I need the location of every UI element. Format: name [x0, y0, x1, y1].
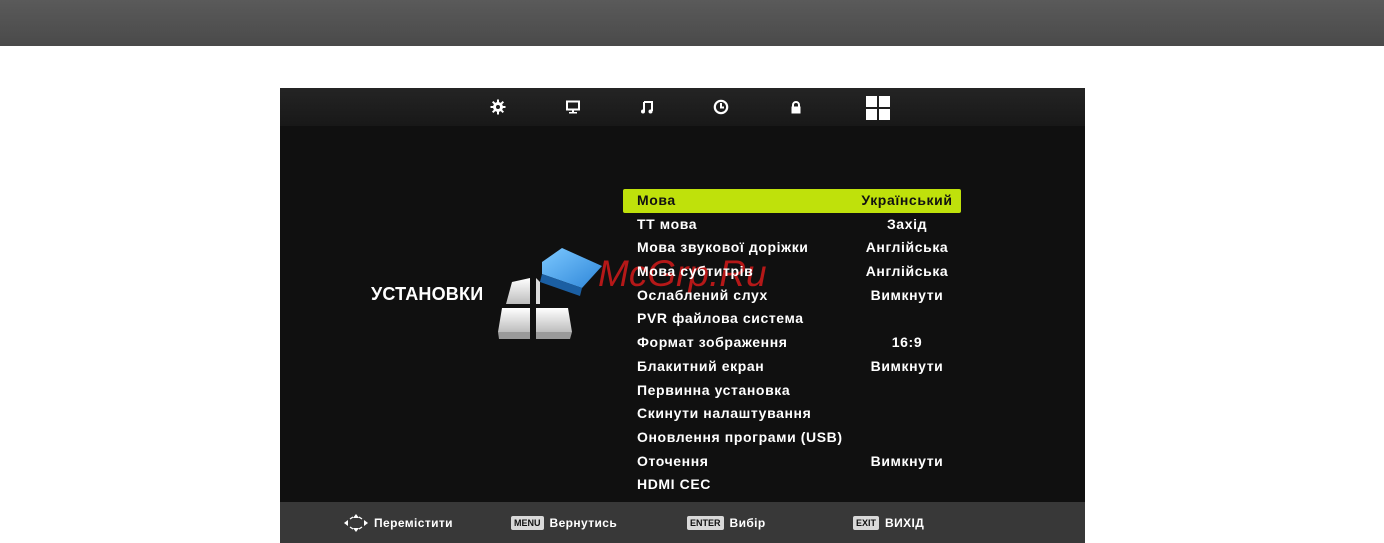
- exit-hint: EXIT ВИХІД: [853, 514, 924, 532]
- menu-item-label: Формат зображення: [637, 334, 788, 351]
- menu-item-value: 16:9: [891, 334, 923, 351]
- menu-category-bar: [280, 88, 1085, 126]
- footer-hint-bar: Перемістити MENU Вернутись ENTER Вибір E…: [280, 502, 1085, 543]
- menu-item-value: Вимкнути: [870, 452, 944, 469]
- music-icon[interactable]: [637, 97, 657, 117]
- menu-item-value: Український: [861, 192, 953, 208]
- menu-item-label: Блакитний екран: [637, 357, 765, 374]
- menu-item-label: PVR файлова система: [637, 310, 804, 327]
- select-hint: ENTER Вибір: [687, 514, 766, 532]
- menu-item-label: HDMI CEC: [637, 476, 712, 493]
- menu-item-label: Мова субтитрів: [637, 263, 754, 280]
- menu-item-value: Вимкнути: [870, 286, 944, 303]
- settings-logo-icon: [498, 248, 602, 339]
- menu-item-reset[interactable]: Скинути налаштування: [623, 402, 961, 426]
- monitor-icon[interactable]: [563, 97, 583, 117]
- settings-menu: Мова Український ТТ мова Захід Мова звуков…: [623, 189, 961, 497]
- top-bar: [0, 0, 1384, 46]
- menu-item-label: Оновлення програми (USB): [637, 428, 843, 445]
- menu-item-value: Захід: [886, 215, 928, 232]
- menu-item-value: Англійська: [865, 239, 949, 256]
- menu-item-first-installation[interactable]: Первинна установка: [623, 379, 961, 403]
- menu-item-label: Ослаблений слух: [637, 286, 768, 303]
- menu-item-language[interactable]: Мова Український: [623, 189, 961, 213]
- clock-icon[interactable]: [711, 97, 731, 117]
- gear-icon[interactable]: [488, 97, 508, 117]
- section-title: УСТАНОВКИ: [371, 284, 484, 304]
- menu-item-value: Вимкнути: [870, 357, 944, 374]
- menu-key-badge: MENU: [511, 516, 544, 530]
- move-hint: Перемістити: [344, 514, 453, 532]
- menu-item-hearing-impaired[interactable]: Ослаблений слух Вимкнути: [623, 284, 961, 308]
- back-hint: MENU Вернутись: [511, 514, 617, 532]
- menu-item-label: Оточення: [637, 452, 709, 469]
- tv-osd-screen: УСТАНОВКИ McGrp.Ru Мова Український ТТ мо…: [280, 88, 1085, 543]
- move-label: Перемістити: [374, 516, 453, 530]
- menu-item-label: Мова звукової доріжки: [637, 239, 809, 256]
- menu-item-label: Первинна установка: [637, 381, 791, 398]
- exit-key-badge: EXIT: [853, 516, 880, 530]
- lock-icon[interactable]: [786, 97, 806, 117]
- select-label: Вибір: [729, 516, 766, 530]
- menu-item-value: Англійська: [865, 263, 949, 280]
- menu-item-label: Скинути налаштування: [637, 405, 812, 422]
- menu-item-tt-language[interactable]: ТТ мова Захід: [623, 213, 961, 237]
- menu-item-software-update[interactable]: Оновлення програми (USB): [623, 426, 961, 450]
- menu-item-label: ТТ мова: [637, 215, 698, 232]
- menu-item-environment[interactable]: Оточення Вимкнути: [623, 450, 961, 474]
- menu-item-subtitle-language[interactable]: Мова субтитрів Англійська: [623, 260, 961, 284]
- menu-item-hdmi-cec[interactable]: HDMI CEC: [623, 473, 961, 497]
- arrows-icon: [344, 514, 368, 532]
- menu-item-label: Мова: [637, 192, 676, 208]
- menu-item-blue-screen[interactable]: Блакитний екран Вимкнути: [623, 355, 961, 379]
- back-label: Вернутись: [549, 516, 618, 530]
- menu-item-aspect-ratio[interactable]: Формат зображення 16:9: [623, 331, 961, 355]
- menu-item-pvr-file-system[interactable]: PVR файлова система: [623, 307, 961, 331]
- exit-label: ВИХІД: [885, 516, 925, 530]
- menu-item-audio-language[interactable]: Мова звукової доріжки Англійська: [623, 236, 961, 260]
- enter-key-badge: ENTER: [687, 516, 724, 530]
- grid-icon[interactable]: [865, 95, 891, 121]
